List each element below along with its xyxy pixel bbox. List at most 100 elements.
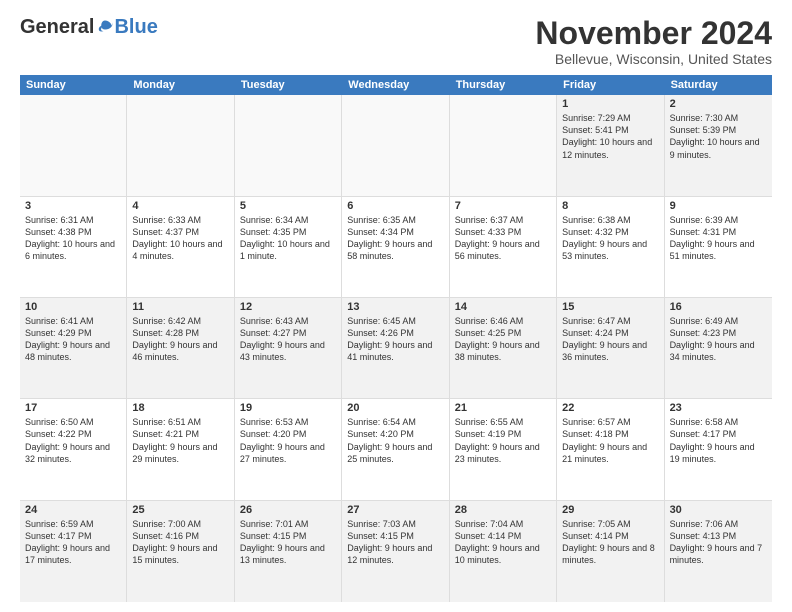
day-cell-1-5: 8 Sunrise: 6:38 AM Sunset: 4:32 PM Daylig… <box>557 197 664 297</box>
day-number-1-2: 5 <box>240 200 336 212</box>
day-cell-4-1: 25Sunrise: 7:00 AM Sunset: 4:16 PM Dayli… <box>127 501 234 602</box>
day-info-2-4: Sunrise: 6:46 AM Sunset: 4:25 PM Dayligh… <box>455 315 551 364</box>
week-row-3: 17Sunrise: 6:50 AM Sunset: 4:22 PM Dayli… <box>20 399 772 500</box>
header-friday: Friday <box>557 75 664 95</box>
day-cell-4-6: 30 Sunrise: 7:06 AM Sunset: 4:13 PM Dayli… <box>665 501 772 602</box>
week-row-2: 10Sunrise: 6:41 AM Sunset: 4:29 PM Dayli… <box>20 298 772 399</box>
day-cell-1-1: 4Sunrise: 6:33 AM Sunset: 4:37 PM Daylig… <box>127 197 234 297</box>
day-info-3-6: Sunrise: 6:58 AM Sunset: 4:17 PM Dayligh… <box>670 416 767 465</box>
day-cell-2-4: 14Sunrise: 6:46 AM Sunset: 4:25 PM Dayli… <box>450 298 557 398</box>
day-number-3-2: 19 <box>240 402 336 414</box>
day-number-1-3: 6 <box>347 200 443 212</box>
day-cell-1-3: 6 Sunrise: 6:35 AM Sunset: 4:34 PM Daylig… <box>342 197 449 297</box>
week-row-1: 3Sunrise: 6:31 AM Sunset: 4:38 PM Daylig… <box>20 197 772 298</box>
header-sunday: Sunday <box>20 75 127 95</box>
day-cell-2-3: 13Sunrise: 6:45 AM Sunset: 4:26 PM Dayli… <box>342 298 449 398</box>
day-cell-0-0 <box>20 95 127 195</box>
day-cell-0-1 <box>127 95 234 195</box>
day-number-2-0: 10 <box>25 301 121 313</box>
day-cell-4-2: 26Sunrise: 7:01 AM Sunset: 4:15 PM Dayli… <box>235 501 342 602</box>
day-info-0-6: Sunrise: 7:30 AM Sunset: 5:39 PM Dayligh… <box>670 112 767 161</box>
day-info-1-3: Sunrise: 6:35 AM Sunset: 4:34 PM Dayligh… <box>347 214 443 263</box>
day-number-1-1: 4 <box>132 200 228 212</box>
header-saturday: Saturday <box>665 75 772 95</box>
calendar: Sunday Monday Tuesday Wednesday Thursday… <box>20 75 772 602</box>
day-info-2-5: Sunrise: 6:47 AM Sunset: 4:24 PM Dayligh… <box>562 315 658 364</box>
day-info-2-1: Sunrise: 6:42 AM Sunset: 4:28 PM Dayligh… <box>132 315 228 364</box>
week-row-0: 1 Sunrise: 7:29 AM Sunset: 5:41 PM Daylig… <box>20 95 772 196</box>
day-info-3-3: Sunrise: 6:54 AM Sunset: 4:20 PM Dayligh… <box>347 416 443 465</box>
day-info-4-1: Sunrise: 7:00 AM Sunset: 4:16 PM Dayligh… <box>132 518 228 567</box>
header: General Blue November 2024 Bellevue, Wis… <box>20 16 772 67</box>
day-cell-3-1: 18Sunrise: 6:51 AM Sunset: 4:21 PM Dayli… <box>127 399 234 499</box>
day-info-4-0: Sunrise: 6:59 AM Sunset: 4:17 PM Dayligh… <box>25 518 121 567</box>
day-cell-2-0: 10Sunrise: 6:41 AM Sunset: 4:29 PM Dayli… <box>20 298 127 398</box>
day-cell-3-3: 20 Sunrise: 6:54 AM Sunset: 4:20 PM Dayli… <box>342 399 449 499</box>
day-cell-3-6: 23 Sunrise: 6:58 AM Sunset: 4:17 PM Dayli… <box>665 399 772 499</box>
day-number-2-6: 16 <box>670 301 767 313</box>
day-info-0-5: Sunrise: 7:29 AM Sunset: 5:41 PM Dayligh… <box>562 112 658 161</box>
logo-text: General Blue <box>20 16 158 39</box>
day-cell-0-5: 1 Sunrise: 7:29 AM Sunset: 5:41 PM Daylig… <box>557 95 664 195</box>
day-number-4-4: 28 <box>455 504 551 516</box>
day-cell-1-4: 7Sunrise: 6:37 AM Sunset: 4:33 PM Daylig… <box>450 197 557 297</box>
title-block: November 2024 Bellevue, Wisconsin, Unite… <box>535 16 772 67</box>
day-info-3-2: Sunrise: 6:53 AM Sunset: 4:20 PM Dayligh… <box>240 416 336 465</box>
header-thursday: Thursday <box>450 75 557 95</box>
day-cell-2-6: 16Sunrise: 6:49 AM Sunset: 4:23 PM Dayli… <box>665 298 772 398</box>
logo: General Blue <box>20 16 158 39</box>
day-info-3-4: Sunrise: 6:55 AM Sunset: 4:19 PM Dayligh… <box>455 416 551 465</box>
day-number-4-0: 24 <box>25 504 121 516</box>
day-info-1-5: Sunrise: 6:38 AM Sunset: 4:32 PM Dayligh… <box>562 214 658 263</box>
day-number-2-2: 12 <box>240 301 336 313</box>
day-number-4-6: 30 <box>670 504 767 516</box>
day-cell-3-4: 21 Sunrise: 6:55 AM Sunset: 4:19 PM Dayli… <box>450 399 557 499</box>
day-number-3-6: 23 <box>670 402 767 414</box>
header-wednesday: Wednesday <box>342 75 449 95</box>
day-cell-0-2 <box>235 95 342 195</box>
day-cell-2-1: 11 Sunrise: 6:42 AM Sunset: 4:28 PM Dayli… <box>127 298 234 398</box>
day-info-2-3: Sunrise: 6:45 AM Sunset: 4:26 PM Dayligh… <box>347 315 443 364</box>
day-info-3-0: Sunrise: 6:50 AM Sunset: 4:22 PM Dayligh… <box>25 416 121 465</box>
day-cell-0-3 <box>342 95 449 195</box>
week-row-4: 24 Sunrise: 6:59 AM Sunset: 4:17 PM Dayli… <box>20 501 772 602</box>
day-cell-4-3: 27Sunrise: 7:03 AM Sunset: 4:15 PM Dayli… <box>342 501 449 602</box>
day-info-2-2: Sunrise: 6:43 AM Sunset: 4:27 PM Dayligh… <box>240 315 336 364</box>
page: General Blue November 2024 Bellevue, Wis… <box>0 0 792 612</box>
day-cell-2-2: 12 Sunrise: 6:43 AM Sunset: 4:27 PM Dayli… <box>235 298 342 398</box>
day-number-1-4: 7 <box>455 200 551 212</box>
day-cell-3-2: 19 Sunrise: 6:53 AM Sunset: 4:20 PM Dayli… <box>235 399 342 499</box>
day-number-3-5: 22 <box>562 402 658 414</box>
calendar-header: Sunday Monday Tuesday Wednesday Thursday… <box>20 75 772 95</box>
logo-general: General <box>20 16 94 39</box>
day-cell-3-0: 17Sunrise: 6:50 AM Sunset: 4:22 PM Dayli… <box>20 399 127 499</box>
day-number-3-3: 20 <box>347 402 443 414</box>
logo-blue: Blue <box>114 16 157 39</box>
day-cell-1-6: 9 Sunrise: 6:39 AM Sunset: 4:31 PM Daylig… <box>665 197 772 297</box>
day-info-4-5: Sunrise: 7:05 AM Sunset: 4:14 PM Dayligh… <box>562 518 658 567</box>
month-title: November 2024 <box>535 16 772 51</box>
location: Bellevue, Wisconsin, United States <box>535 51 772 67</box>
day-cell-4-5: 29Sunrise: 7:05 AM Sunset: 4:14 PM Dayli… <box>557 501 664 602</box>
day-info-4-4: Sunrise: 7:04 AM Sunset: 4:14 PM Dayligh… <box>455 518 551 567</box>
day-info-3-5: Sunrise: 6:57 AM Sunset: 4:18 PM Dayligh… <box>562 416 658 465</box>
day-number-1-6: 9 <box>670 200 767 212</box>
header-tuesday: Tuesday <box>235 75 342 95</box>
day-number-3-4: 21 <box>455 402 551 414</box>
day-number-2-5: 15 <box>562 301 658 313</box>
day-cell-4-0: 24 Sunrise: 6:59 AM Sunset: 4:17 PM Dayli… <box>20 501 127 602</box>
day-info-1-0: Sunrise: 6:31 AM Sunset: 4:38 PM Dayligh… <box>25 214 121 263</box>
header-monday: Monday <box>127 75 234 95</box>
day-info-3-1: Sunrise: 6:51 AM Sunset: 4:21 PM Dayligh… <box>132 416 228 465</box>
day-info-4-3: Sunrise: 7:03 AM Sunset: 4:15 PM Dayligh… <box>347 518 443 567</box>
day-info-4-6: Sunrise: 7:06 AM Sunset: 4:13 PM Dayligh… <box>670 518 767 567</box>
day-number-4-2: 26 <box>240 504 336 516</box>
day-cell-1-2: 5Sunrise: 6:34 AM Sunset: 4:35 PM Daylig… <box>235 197 342 297</box>
day-cell-4-4: 28 Sunrise: 7:04 AM Sunset: 4:14 PM Dayli… <box>450 501 557 602</box>
day-number-1-5: 8 <box>562 200 658 212</box>
calendar-body: 1 Sunrise: 7:29 AM Sunset: 5:41 PM Daylig… <box>20 95 772 602</box>
day-number-2-1: 11 <box>132 301 228 313</box>
day-info-1-6: Sunrise: 6:39 AM Sunset: 4:31 PM Dayligh… <box>670 214 767 263</box>
day-number-0-5: 1 <box>562 98 658 110</box>
day-cell-2-5: 15 Sunrise: 6:47 AM Sunset: 4:24 PM Dayli… <box>557 298 664 398</box>
